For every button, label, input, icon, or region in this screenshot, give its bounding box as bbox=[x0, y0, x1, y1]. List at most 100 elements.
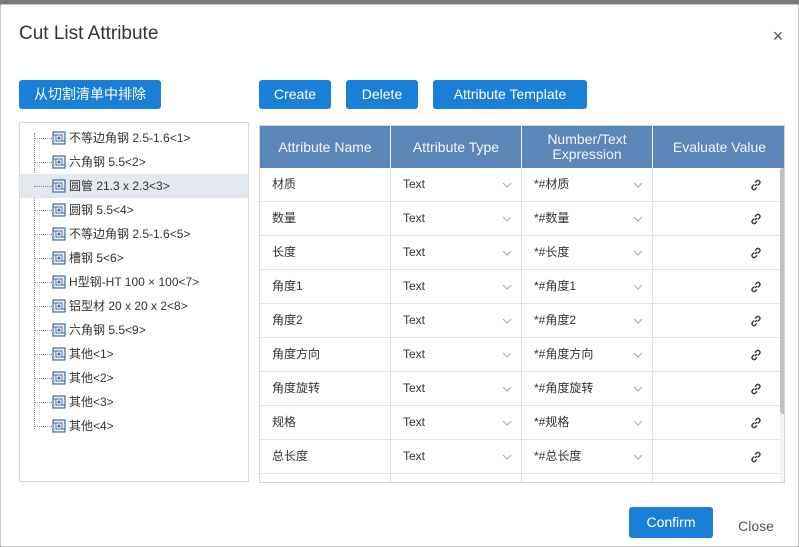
close-button[interactable]: Close bbox=[727, 511, 785, 541]
exclude-from-cut-list-button[interactable]: 从切割清单中排除 bbox=[19, 80, 161, 109]
attribute-name-cell[interactable]: 总长度 bbox=[260, 440, 391, 473]
expression-select[interactable]: *#数量 bbox=[522, 202, 653, 235]
attribute-template-button[interactable]: Attribute Template bbox=[433, 80, 587, 109]
link-icon[interactable] bbox=[749, 382, 763, 396]
link-icon[interactable] bbox=[749, 280, 763, 294]
expression-select[interactable]: *#角度1 bbox=[522, 270, 653, 303]
expression-select[interactable]: *#材质 bbox=[522, 168, 653, 201]
chevron-down-icon[interactable] bbox=[632, 349, 644, 361]
create-button[interactable]: Create bbox=[259, 80, 331, 109]
chevron-down-icon[interactable] bbox=[632, 383, 644, 395]
tree-item[interactable]: 不等边角钢 2.5-1.6<5> bbox=[20, 222, 248, 246]
header-attribute-name[interactable]: Attribute Name bbox=[260, 126, 391, 168]
link-icon[interactable] bbox=[749, 246, 763, 260]
tree-item[interactable]: 其他<4> bbox=[20, 414, 248, 438]
expression-select[interactable]: *#总长度 bbox=[522, 440, 653, 473]
chevron-down-icon[interactable] bbox=[632, 247, 644, 259]
attribute-type-select[interactable]: Text bbox=[391, 406, 522, 439]
attribute-name-cell[interactable]: 面积 bbox=[260, 474, 391, 482]
attribute-type-select[interactable]: Text bbox=[391, 372, 522, 405]
chevron-down-icon[interactable] bbox=[501, 383, 513, 395]
part-icon bbox=[52, 395, 66, 409]
tree-item[interactable]: 其他<2> bbox=[20, 366, 248, 390]
chevron-down-icon[interactable] bbox=[501, 247, 513, 259]
expression-select[interactable]: *#角度旋转 bbox=[522, 372, 653, 405]
attribute-type-select[interactable]: Text bbox=[391, 168, 522, 201]
attribute-type-select[interactable]: Text bbox=[391, 440, 522, 473]
expression-select[interactable]: *#长度 bbox=[522, 236, 653, 269]
chevron-down-icon[interactable] bbox=[501, 349, 513, 361]
attribute-type-select[interactable]: Text bbox=[391, 236, 522, 269]
attribute-name-cell[interactable]: 角度2 bbox=[260, 304, 391, 337]
part-icon bbox=[52, 227, 66, 241]
expression-select[interactable]: *#角度方向 bbox=[522, 338, 653, 371]
link-icon[interactable] bbox=[749, 212, 763, 226]
chevron-down-icon[interactable] bbox=[501, 451, 513, 463]
chevron-down-icon[interactable] bbox=[501, 213, 513, 225]
chevron-down-icon[interactable] bbox=[632, 315, 644, 327]
delete-button[interactable]: Delete bbox=[346, 80, 418, 109]
attribute-type-select[interactable]: Text bbox=[391, 202, 522, 235]
tree-item[interactable]: 其他<1> bbox=[20, 342, 248, 366]
scroll-thumb[interactable] bbox=[780, 168, 784, 414]
attribute-name-cell[interactable]: 长度 bbox=[260, 236, 391, 269]
chevron-down-icon[interactable] bbox=[501, 281, 513, 293]
tree-branch bbox=[34, 378, 52, 379]
tree-item[interactable]: 圆钢 5.5<4> bbox=[20, 198, 248, 222]
tree-branch bbox=[34, 426, 52, 427]
chevron-down-icon[interactable] bbox=[501, 417, 513, 429]
tree-item[interactable]: H型钢-HT 100 × 100<7> bbox=[20, 270, 248, 294]
table-row: 角度2 Text *#角度2 bbox=[260, 304, 780, 338]
attribute-name-cell[interactable]: 角度1 bbox=[260, 270, 391, 303]
expression-select[interactable]: *#规格 bbox=[522, 406, 653, 439]
chevron-down-icon[interactable] bbox=[632, 179, 644, 191]
tree-item[interactable]: 铝型材 20 x 20 x 2<8> bbox=[20, 294, 248, 318]
dialog-title: Cut List Attribute bbox=[19, 23, 159, 44]
attribute-name-cell[interactable]: 角度方向 bbox=[260, 338, 391, 371]
attribute-name-cell[interactable]: 数量 bbox=[260, 202, 391, 235]
attribute-type-select[interactable]: Text bbox=[391, 270, 522, 303]
link-icon[interactable] bbox=[749, 416, 763, 430]
attribute-type-select[interactable]: Text bbox=[391, 474, 522, 482]
chevron-down-icon[interactable] bbox=[501, 315, 513, 327]
tree-item-label: 铝型材 20 x 20 x 2<8> bbox=[69, 299, 188, 313]
header-evaluate-value[interactable]: Evaluate Value bbox=[653, 126, 784, 168]
close-icon[interactable]: × bbox=[767, 25, 789, 47]
tree-item-label: 不等边角钢 2.5-1.6<5> bbox=[69, 227, 191, 241]
tree-branch bbox=[34, 306, 52, 307]
grid-scrollbar[interactable] bbox=[780, 168, 784, 482]
tree-item[interactable]: 六角钢 5.5<9> bbox=[20, 318, 248, 342]
header-attribute-type[interactable]: Attribute Type bbox=[391, 126, 522, 168]
chevron-down-icon[interactable] bbox=[501, 179, 513, 191]
header-expression[interactable]: Number/Text Expression bbox=[522, 126, 653, 168]
chevron-down-icon[interactable] bbox=[632, 281, 644, 293]
tree-item[interactable]: 槽钢 5<6> bbox=[20, 246, 248, 270]
tree-item[interactable]: 不等边角钢 2.5-1.6<1> bbox=[20, 126, 248, 150]
expression-select[interactable]: *#面积 bbox=[522, 474, 653, 482]
chevron-down-icon[interactable] bbox=[632, 213, 644, 225]
tree-item[interactable]: 其他<3> bbox=[20, 390, 248, 414]
chevron-down-icon[interactable] bbox=[632, 451, 644, 463]
confirm-button[interactable]: Confirm bbox=[629, 507, 713, 538]
expression-value: *#面积 bbox=[534, 474, 569, 482]
expression-select[interactable]: *#角度2 bbox=[522, 304, 653, 337]
chevron-down-icon[interactable] bbox=[632, 417, 644, 429]
tree-item[interactable]: 六角钢 5.5<2> bbox=[20, 150, 248, 174]
attribute-name-cell[interactable]: 材质 bbox=[260, 168, 391, 201]
link-icon[interactable] bbox=[749, 450, 763, 464]
grid-header: Attribute Name Attribute Type Number/Tex… bbox=[260, 126, 784, 168]
tree-branch bbox=[34, 258, 52, 259]
table-row: 面积 Text *#面积 bbox=[260, 474, 780, 482]
attribute-type-select[interactable]: Text bbox=[391, 338, 522, 371]
expression-value: *#数量 bbox=[534, 211, 570, 225]
link-icon[interactable] bbox=[749, 314, 763, 328]
tree-branch bbox=[34, 330, 52, 331]
tree-item[interactable]: 圆管 21.3 x 2.3<3> bbox=[20, 174, 248, 198]
attribute-name-cell[interactable]: 规格 bbox=[260, 406, 391, 439]
attribute-name-cell[interactable]: 角度旋转 bbox=[260, 372, 391, 405]
evaluate-value-cell bbox=[653, 304, 780, 337]
link-icon[interactable] bbox=[749, 348, 763, 362]
link-icon[interactable] bbox=[749, 178, 763, 192]
attribute-type-value: Text bbox=[403, 245, 426, 259]
attribute-type-select[interactable]: Text bbox=[391, 304, 522, 337]
